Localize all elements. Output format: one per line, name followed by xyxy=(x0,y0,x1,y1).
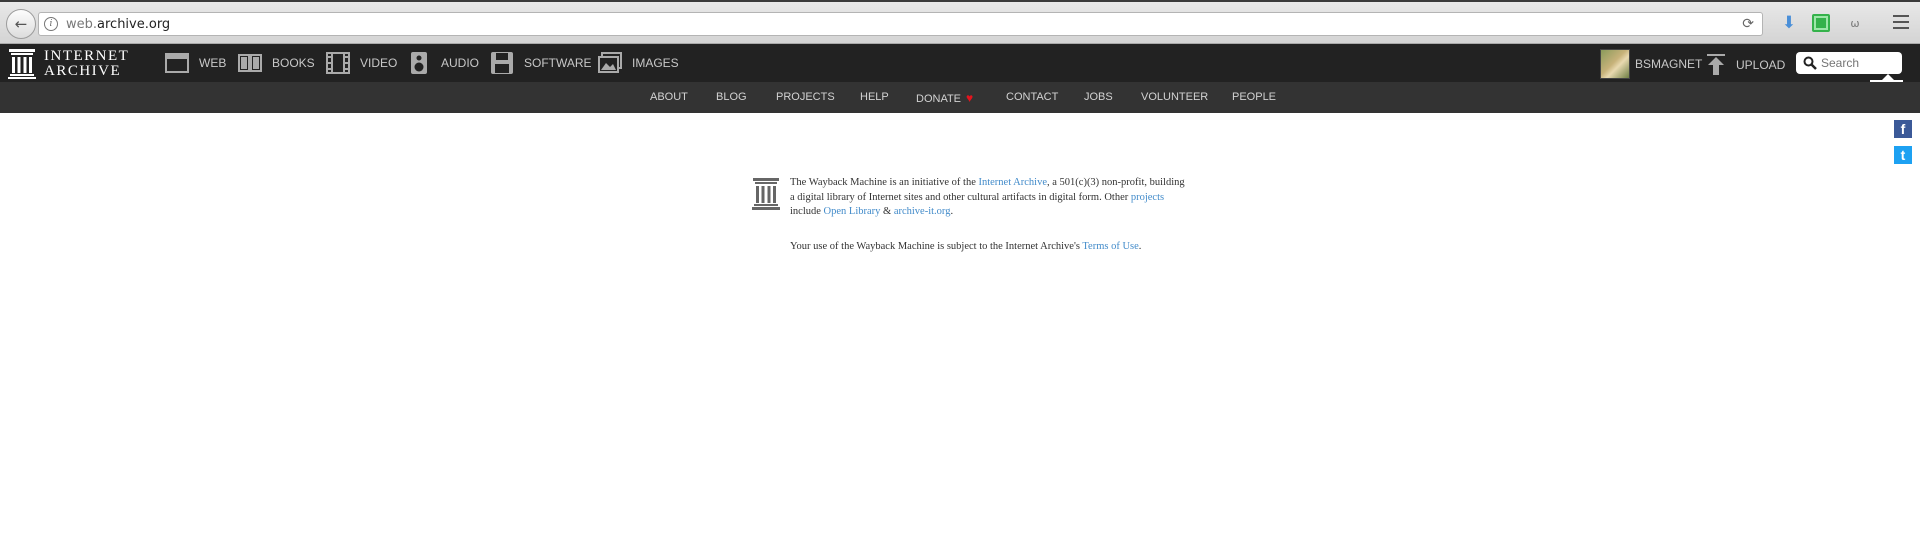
upload-icon xyxy=(1707,54,1725,75)
tab-label: IMAGES xyxy=(632,56,679,70)
nav-jobs[interactable]: JOBS xyxy=(1084,91,1113,103)
url-text: web.archive.org xyxy=(66,16,171,32)
back-arrow-icon: ← xyxy=(14,15,28,33)
tab-label: SOFTWARE xyxy=(524,56,592,70)
extension-icon[interactable] xyxy=(1812,14,1830,32)
nav-about[interactable]: ABOUT xyxy=(650,91,688,103)
temple-icon xyxy=(8,49,36,79)
archive-it-link[interactable]: archive-it.org xyxy=(894,206,951,217)
tab-audio[interactable]: AUDIO xyxy=(407,50,479,76)
secondary-navigation: ABOUT BLOG PROJECTS HELP DONATE ♥ CONTACT… xyxy=(0,82,1920,113)
search-icon[interactable] xyxy=(1803,56,1817,70)
nav-donate-label: DONATE xyxy=(916,93,962,105)
tab-label: WEB xyxy=(199,56,227,70)
books-icon xyxy=(238,54,262,72)
window-edge xyxy=(0,0,1920,2)
tab-label: BOOKS xyxy=(272,56,315,70)
nav-people[interactable]: PEOPLE xyxy=(1232,91,1276,103)
tab-video[interactable]: VIDEO xyxy=(326,50,397,76)
username[interactable]: BSMAGNET xyxy=(1635,57,1702,71)
upload-label: UPLOAD xyxy=(1736,58,1786,72)
video-icon xyxy=(326,52,350,74)
download-icon[interactable]: ⬇ xyxy=(1780,13,1798,33)
ghostery-icon[interactable]: ω xyxy=(1846,14,1864,32)
nav-blog[interactable]: BLOG xyxy=(716,91,747,103)
tab-software[interactable]: SOFTWARE xyxy=(490,50,592,76)
tab-books[interactable]: BOOKS xyxy=(238,50,315,76)
nav-volunteer[interactable]: VOLUNTEER xyxy=(1141,91,1208,103)
nav-donate[interactable]: DONATE ♥ xyxy=(916,91,973,105)
temple-icon xyxy=(752,178,780,210)
facebook-icon[interactable]: f xyxy=(1894,120,1912,138)
back-button[interactable]: ← xyxy=(6,9,36,39)
twitter-icon[interactable]: t xyxy=(1894,146,1912,164)
terms-of-use-link[interactable]: Terms of Use xyxy=(1082,241,1138,252)
software-icon xyxy=(491,52,513,74)
projects-link[interactable]: projects xyxy=(1131,192,1164,203)
user-menu[interactable]: BSMAGNET xyxy=(1600,49,1702,79)
tab-label: VIDEO xyxy=(360,56,398,70)
search-input[interactable] xyxy=(1821,54,1893,72)
search-box[interactable] xyxy=(1796,52,1902,74)
nav-help[interactable]: HELP xyxy=(860,91,889,103)
open-library-link[interactable]: Open Library xyxy=(824,206,881,217)
heart-icon: ♥ xyxy=(966,91,974,105)
tab-label: AUDIO xyxy=(441,56,480,70)
address-bar[interactable]: i web.archive.org ⟳ xyxy=(38,12,1763,36)
logo-wordmark: INTERNET ARCHIVE xyxy=(44,48,130,79)
browser-toolbar: ← i web.archive.org ⟳ ⬇ ω xyxy=(0,0,1920,44)
hamburger-menu-icon[interactable] xyxy=(1893,15,1909,29)
about-paragraph: The Wayback Machine is an initiative of … xyxy=(790,177,1185,218)
avatar[interactable] xyxy=(1600,49,1630,79)
nav-contact[interactable]: CONTACT xyxy=(1006,91,1058,103)
terms-paragraph: Your use of the Wayback Machine is subje… xyxy=(790,241,1142,252)
top-navigation: INTERNET ARCHIVE WEB BOOKS VIDEO AUDIO S… xyxy=(0,44,1920,82)
tab-images[interactable]: IMAGES xyxy=(598,50,679,76)
audio-icon xyxy=(411,52,427,74)
nav-projects[interactable]: PROJECTS xyxy=(776,91,835,103)
web-icon xyxy=(165,53,189,73)
internet-archive-logo[interactable]: INTERNET ARCHIVE xyxy=(8,49,129,79)
internet-archive-link[interactable]: Internet Archive xyxy=(978,177,1047,188)
tab-web[interactable]: WEB xyxy=(165,50,226,76)
site-info-icon[interactable]: i xyxy=(44,17,58,31)
images-icon xyxy=(598,52,622,73)
reload-icon[interactable]: ⟳ xyxy=(1742,16,1754,32)
upload-button[interactable]: UPLOAD xyxy=(1706,52,1785,78)
